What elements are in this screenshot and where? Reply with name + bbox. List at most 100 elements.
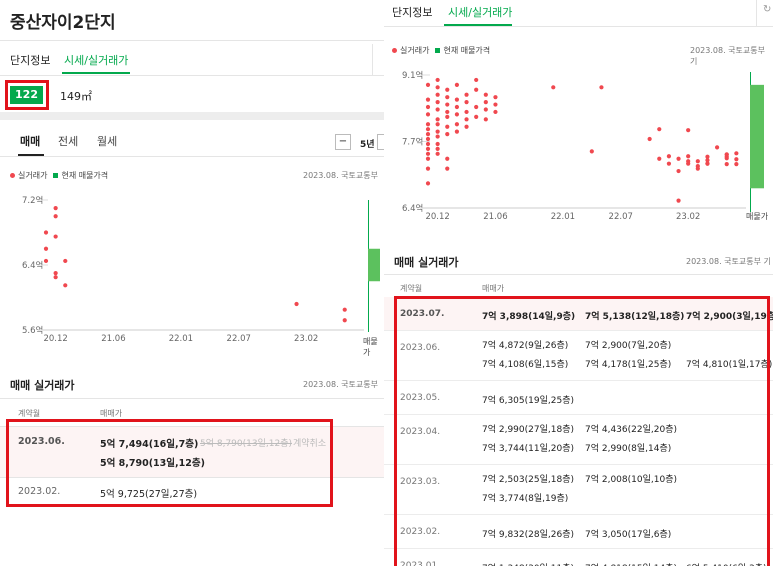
years-button[interactable]: 5년: [360, 137, 375, 150]
column-header-price: 매매가: [100, 409, 123, 418]
right-panel: 단지정보 시세/실거래가 ↻ 실거래가 현재 매물가격 2023.08. 국토교통…: [384, 0, 773, 566]
x-tick-label: 21.06: [101, 334, 125, 344]
x-tick-label: 22.01: [169, 334, 193, 344]
trade-point: [445, 166, 450, 171]
trade-point: [474, 77, 479, 83]
trade-point: [676, 198, 681, 203]
trade-point: [53, 271, 58, 276]
tab-underline: [62, 72, 130, 74]
trade-point: [43, 258, 49, 264]
source-label: 2023.08. 국토교통부: [303, 380, 378, 389]
trade-point: [435, 99, 440, 105]
trade-point: [647, 136, 652, 142]
trade-point: [493, 95, 498, 100]
trade-point: [445, 156, 450, 161]
y-tick-label: 9.1억: [402, 70, 423, 81]
trade-point: [425, 136, 431, 142]
trade-point: [666, 154, 672, 159]
y-tick-label: 7.7억: [402, 137, 423, 148]
x-tick-label: 23.02: [676, 212, 700, 222]
trade-point: [435, 77, 440, 83]
trade-point: [454, 129, 460, 134]
trade-point: [734, 157, 739, 162]
trade-point: [483, 99, 488, 105]
trade-point: [493, 109, 498, 115]
x-tick-label: 22.07: [609, 212, 633, 222]
trade-point: [666, 161, 672, 166]
divider: [372, 44, 373, 75]
y-tick-label: 7.2억: [22, 195, 43, 206]
trade-tab-jeonse[interactable]: 전세: [58, 133, 78, 149]
current-listing-bar: [368, 248, 380, 282]
trade-tab-sale[interactable]: 매매: [20, 133, 40, 149]
trade-point: [53, 214, 58, 219]
x-tick-label: 22.01: [551, 212, 575, 222]
trade-point: [445, 109, 450, 115]
legend: 실거래가 현재 매물가격: [10, 170, 108, 181]
trade-point: [483, 92, 488, 97]
area-149-button[interactable]: 149㎡: [60, 88, 92, 104]
trade-point: [445, 132, 450, 137]
trade-point: [435, 146, 440, 151]
trade-point: [714, 145, 720, 150]
trade-legend-dot: [392, 48, 397, 53]
current-listing-bar: [750, 84, 764, 189]
highlight-box: [5, 80, 49, 110]
trade-point: [425, 166, 431, 171]
tab-complex-info[interactable]: 단지정보: [10, 52, 50, 68]
tab-price[interactable]: 시세/실거래가: [64, 52, 128, 68]
tab-price[interactable]: 시세/실거래가: [448, 4, 512, 20]
x-tick-label: 21.06: [483, 212, 507, 222]
complex-title: 중산자이2단지: [10, 13, 116, 33]
trade-point: [686, 161, 691, 166]
trade-point: [589, 149, 594, 154]
trade-point: [676, 156, 681, 161]
trade-point: [676, 168, 681, 174]
refresh-icon[interactable]: ↻: [763, 4, 771, 15]
column-header-price: 매매가: [482, 284, 505, 293]
trade-point: [464, 109, 469, 115]
trade-point: [435, 92, 440, 97]
trade-tab-monthly[interactable]: 월세: [97, 133, 117, 149]
trade-point: [425, 141, 431, 147]
trade-point: [454, 122, 460, 127]
trade-point: [435, 85, 440, 90]
divider: [756, 0, 757, 26]
divider: [0, 40, 384, 41]
trade-point: [464, 92, 469, 97]
trade-point: [464, 124, 469, 129]
trade-point: [464, 117, 469, 122]
x-tick-label: 22.07: [227, 334, 251, 344]
trade-point: [435, 141, 440, 147]
trade-point: [599, 85, 604, 90]
trade-point: [734, 151, 739, 156]
trade-point: [53, 206, 58, 211]
trade-point: [464, 99, 469, 105]
plus-button[interactable]: [377, 134, 384, 150]
highlight-box: [6, 419, 333, 507]
trade-point: [43, 246, 49, 251]
trade-point: [435, 134, 440, 139]
trade-point: [445, 124, 450, 129]
divider: [0, 156, 384, 157]
divider: [384, 26, 773, 27]
trade-point: [474, 104, 479, 110]
trade-point: [445, 87, 450, 92]
trade-point: [483, 107, 488, 112]
trade-point: [493, 102, 498, 107]
trade-point: [294, 301, 299, 307]
divider: [0, 75, 384, 76]
trade-point: [53, 234, 58, 239]
trade-point: [454, 97, 460, 102]
trade-point: [454, 112, 460, 117]
tab-complex-info[interactable]: 단지정보: [392, 4, 432, 20]
trade-point: [724, 162, 729, 167]
trade-point: [435, 122, 440, 127]
trade-point: [53, 275, 58, 280]
y-tick-label: 6.4억: [22, 260, 43, 271]
trade-point: [425, 112, 431, 117]
trade-point: [425, 104, 431, 110]
minus-button[interactable]: −: [335, 134, 351, 150]
listing-label: 매물가: [746, 212, 769, 221]
trade-point: [425, 82, 431, 87]
